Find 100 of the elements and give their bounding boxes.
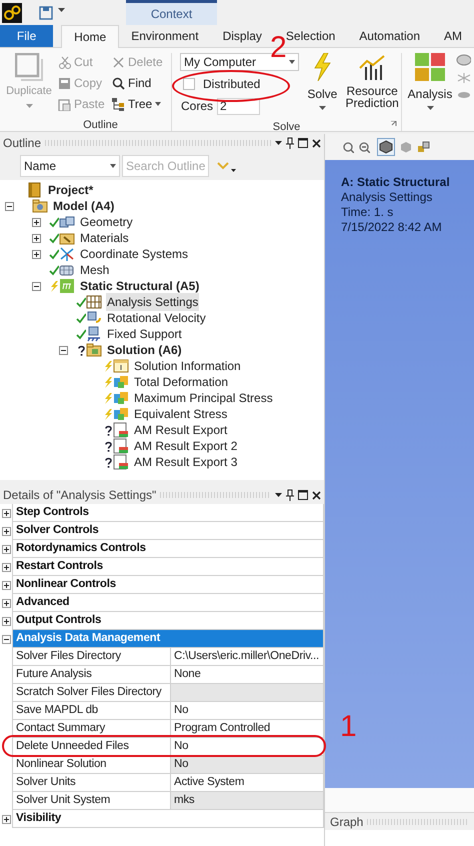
- property-value: mks: [171, 792, 324, 810]
- collapse-toggle[interactable]: [5, 202, 14, 210]
- group-label: Solve: [272, 120, 302, 135]
- ribbon-tab[interactable]: Home: [61, 25, 120, 48]
- info-sheet-icon: [113, 358, 129, 374]
- export-sheet-icon: [113, 438, 129, 454]
- resource-prediction-button[interactable]: Resource Prediction: [343, 53, 401, 115]
- tree-item[interactable]: Rotational Velocity: [106, 309, 207, 327]
- section-header[interactable]: Rotordynamics Controls: [12, 540, 324, 558]
- cube-icon[interactable]: [377, 138, 395, 156]
- analysis-tiles-icon: [415, 53, 445, 81]
- close-icon[interactable]: [312, 490, 321, 500]
- colored-cube-icon: [113, 374, 129, 390]
- expand-toggle[interactable]: [2, 544, 10, 554]
- tree-item[interactable]: Fixed Support: [106, 325, 183, 343]
- tree-item[interactable]: Solution (A6): [106, 341, 183, 359]
- tree-item[interactable]: Maximum Principal Stress: [133, 389, 274, 407]
- maximize-icon[interactable]: [298, 490, 308, 500]
- dropdown-caret-icon[interactable]: [275, 141, 282, 145]
- cubes-icon: [59, 214, 75, 230]
- collapse-toggle[interactable]: [59, 346, 68, 354]
- expand-toggle[interactable]: [32, 250, 41, 258]
- tree-item[interactable]: Equivalent Stress: [133, 405, 228, 423]
- dropdown-caret-icon[interactable]: [275, 493, 282, 497]
- property-value[interactable]: C:\Users\eric.miller\OneDriv...: [171, 648, 324, 666]
- section-header[interactable]: Visibility: [12, 810, 324, 828]
- maximize-icon[interactable]: [298, 138, 308, 148]
- tree-item[interactable]: Geometry: [79, 213, 134, 231]
- zoom-out-icon[interactable]: [359, 142, 370, 152]
- book-icon: [27, 182, 43, 198]
- tree-item[interactable]: Model (A4): [52, 197, 116, 215]
- expand-toggle[interactable]: [2, 508, 10, 518]
- tree-item[interactable]: Project*: [47, 181, 94, 199]
- collapse-toggle[interactable]: [32, 282, 41, 290]
- colored-cube-icon: [113, 390, 129, 406]
- expand-toggle[interactable]: [2, 814, 10, 824]
- section-header[interactable]: Nonlinear Controls: [12, 576, 324, 594]
- pin-icon[interactable]: [286, 489, 294, 501]
- search-field[interactable]: Search Outline: [122, 155, 209, 177]
- expand-toggle[interactable]: [32, 218, 41, 226]
- tree-item[interactable]: Coordinate Systems: [79, 245, 190, 263]
- expand-toggle[interactable]: [2, 562, 10, 572]
- tree-item[interactable]: AM Result Export 2: [133, 437, 238, 455]
- section-header[interactable]: Restart Controls: [12, 558, 324, 576]
- save-icon[interactable]: [39, 6, 53, 20]
- section-header[interactable]: Step Controls: [12, 504, 324, 522]
- group-label: Outline: [82, 118, 119, 133]
- chart-icon: [357, 53, 388, 81]
- close-icon[interactable]: [312, 138, 321, 148]
- section-header[interactable]: Solver Controls: [12, 522, 324, 540]
- ribbon-tab[interactable]: Automation: [347, 25, 432, 47]
- pin-icon[interactable]: [286, 137, 294, 149]
- field-label: Cores: [181, 98, 214, 115]
- section-header[interactable]: Analysis Data Management: [12, 630, 324, 648]
- tree-item[interactable]: Analysis Settings: [106, 293, 200, 311]
- scissors-icon: [58, 56, 71, 68]
- tree-button[interactable]: Tree: [112, 95, 170, 113]
- tree-item[interactable]: Solution Information: [133, 357, 242, 375]
- property-value[interactable]: None: [171, 666, 324, 684]
- tree-item[interactable]: Materials: [79, 229, 130, 247]
- folder-icon: [86, 342, 102, 358]
- search-icon: [112, 76, 125, 90]
- tree-item[interactable]: Total Deformation: [133, 373, 230, 391]
- property-label: Solver Files Directory: [12, 648, 171, 666]
- property-value: No: [171, 756, 324, 774]
- caret-icon[interactable]: [231, 168, 236, 172]
- copy-icon: [58, 76, 71, 90]
- file-tab[interactable]: File: [0, 25, 54, 47]
- expand-toggle[interactable]: [2, 580, 10, 590]
- cubes-icon[interactable]: [417, 140, 431, 154]
- app-logo-icon[interactable]: [2, 3, 22, 23]
- annotation-number: 1: [340, 712, 357, 742]
- property-value[interactable]: Active System: [171, 774, 324, 792]
- filter-dropdown[interactable]: Name: [20, 155, 120, 177]
- dialog-launcher-icon[interactable]: [391, 121, 397, 127]
- solve-button[interactable]: Solve: [303, 53, 342, 115]
- property-value[interactable]: No: [171, 702, 324, 720]
- distributed-checkbox[interactable]: [183, 78, 195, 90]
- expand-toggle[interactable]: [2, 526, 10, 536]
- tree-item[interactable]: AM Result Export: [133, 421, 228, 439]
- tree-item[interactable]: AM Result Export 3: [133, 453, 238, 471]
- expand-toggle[interactable]: [32, 234, 41, 242]
- collapse-toggle[interactable]: [2, 634, 10, 644]
- find-button[interactable]: Find: [112, 74, 170, 92]
- viewport-title: A: Static Structural: [341, 175, 451, 190]
- tree-item[interactable]: Static Structural (A5): [79, 277, 200, 295]
- section-header[interactable]: Advanced: [12, 594, 324, 612]
- section-header[interactable]: Output Controls: [12, 612, 324, 630]
- zoom-icon[interactable]: [343, 142, 354, 152]
- tree-item[interactable]: Mesh: [79, 261, 110, 279]
- cores-field[interactable]: 2: [217, 98, 260, 114]
- expand-toggle[interactable]: [2, 616, 10, 626]
- panel-title: Outline: [3, 135, 42, 152]
- property-label: Contact Summary: [12, 720, 171, 738]
- rotating-cube-icon: [86, 310, 102, 326]
- dropdown-caret-icon[interactable]: [58, 8, 65, 13]
- ribbon-tab[interactable]: AM: [432, 25, 474, 47]
- analysis-button[interactable]: Analysis: [408, 53, 452, 131]
- ribbon-tab[interactable]: Environment: [119, 25, 211, 47]
- expand-toggle[interactable]: [2, 598, 10, 608]
